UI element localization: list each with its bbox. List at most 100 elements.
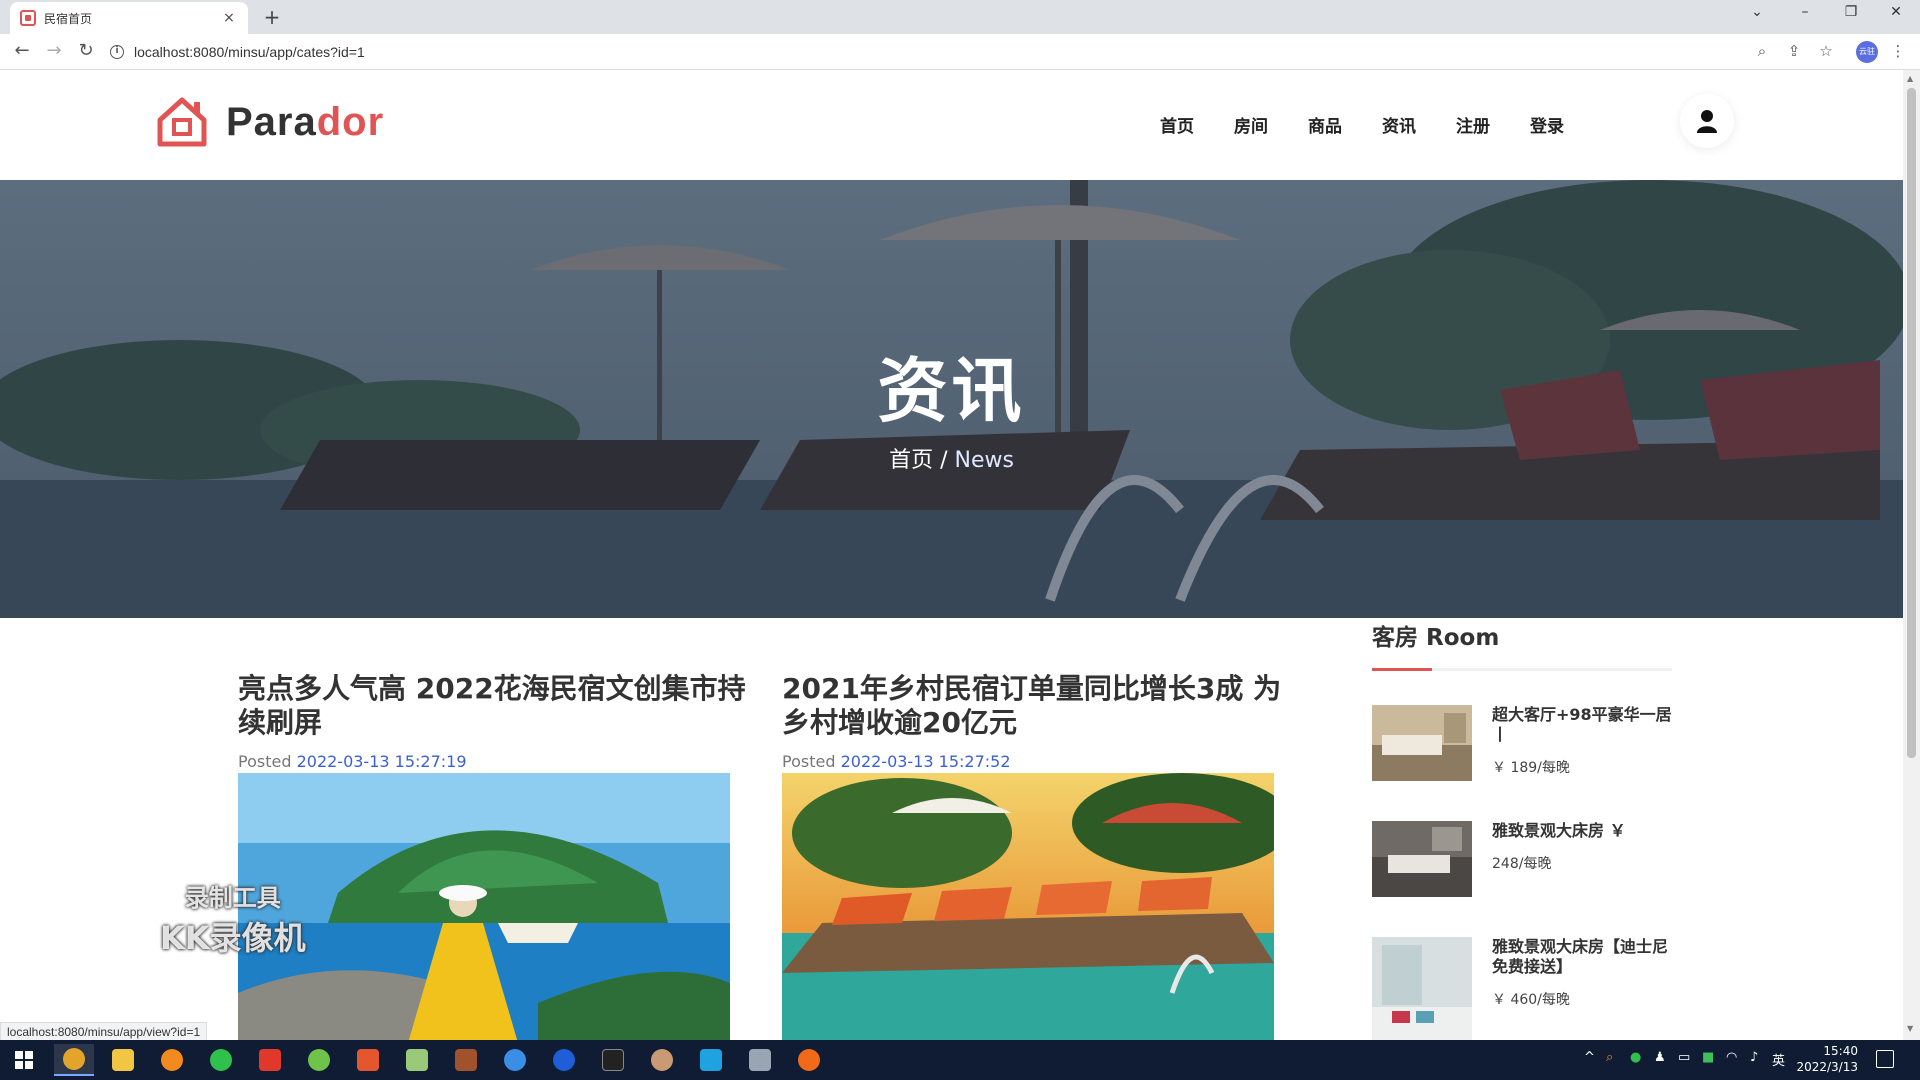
nav-home[interactable]: 首页: [1160, 112, 1194, 137]
breadcrumb-separator: /: [933, 448, 955, 473]
tray-qq-icon[interactable]: ♟: [1654, 1050, 1666, 1065]
app-tiles-icon[interactable]: [691, 1044, 731, 1076]
brand-name: Parador: [226, 99, 385, 144]
room-name-link[interactable]: 雅致景观大床房 ￥: [1492, 821, 1626, 841]
browser-blue-icon[interactable]: [495, 1044, 535, 1076]
room-item[interactable]: 超大客厅+98平豪华一居丨 ￥ 189/每晚: [1372, 705, 1672, 781]
tray-device-icon[interactable]: ▭: [1678, 1050, 1690, 1065]
reload-icon[interactable]: ↻: [74, 40, 98, 61]
bookmark-star-icon[interactable]: ☆: [1816, 42, 1836, 60]
tray-wechat-icon[interactable]: ●: [1630, 1050, 1641, 1065]
wechat-icon[interactable]: [201, 1044, 241, 1076]
new-tab-button[interactable]: +: [260, 5, 284, 29]
room-item[interactable]: 雅致景观大床房 ￥ 248/每晚: [1372, 821, 1672, 897]
nav-goods[interactable]: 商品: [1308, 112, 1342, 137]
room-thumbnail[interactable]: [1372, 705, 1472, 781]
room-price: 248/每晚: [1492, 856, 1552, 872]
user-account-button[interactable]: [1680, 94, 1734, 148]
search-app-icon[interactable]: [152, 1044, 192, 1076]
back-icon[interactable]: ←: [10, 40, 34, 61]
tab-title: 民宿首页: [44, 11, 93, 26]
nav-register[interactable]: 注册: [1456, 112, 1490, 137]
recorder-icon[interactable]: [789, 1044, 829, 1076]
nav-rooms[interactable]: 房间: [1234, 112, 1268, 137]
sidebar-title: 客房 Room: [1372, 625, 1500, 651]
hero-banner: 资讯 首页 / News: [0, 180, 1903, 618]
house-logo-icon: [154, 96, 210, 148]
breadcrumb: 首页 / News: [0, 442, 1903, 474]
browser-tab[interactable]: 民宿首页 ×: [10, 2, 248, 34]
system-clock[interactable]: 15:40 2022/3/13: [1786, 1043, 1858, 1075]
news-post: 亮点多人气高 2022花海民宿文创集市持续刷屏 Posted 2022-03-1…: [238, 672, 758, 1040]
app-avatar-icon[interactable]: [642, 1044, 682, 1076]
site-header: Parador 首页 房间 商品 资讯 注册 登录: [0, 70, 1903, 180]
site-logo[interactable]: Parador: [154, 96, 384, 148]
url-text[interactable]: localhost:8080/minsu/app/cates?id=1: [134, 44, 365, 60]
forward-icon[interactable]: →: [42, 40, 66, 61]
windows-start-icon[interactable]: [4, 1044, 44, 1076]
minimize-icon[interactable]: –: [1793, 4, 1817, 20]
zoom-icon[interactable]: ⌕: [1752, 42, 1772, 60]
page-scrollbar[interactable]: ▲ ▼: [1903, 70, 1920, 1040]
file-explorer-icon[interactable]: [103, 1044, 143, 1076]
island-photo: [238, 773, 730, 1040]
room-price: ￥ 189/每晚: [1492, 760, 1570, 776]
tray-green-icon[interactable]: ■: [1702, 1050, 1714, 1065]
room-thumbnail[interactable]: [1372, 821, 1472, 897]
sidebar-divider: [1372, 668, 1672, 671]
room-name-link[interactable]: 超大客厅+98平豪华一居丨: [1492, 705, 1672, 745]
app-tiger-icon[interactable]: [446, 1044, 486, 1076]
page-title: 资讯: [877, 350, 1026, 432]
scrollbar-thumb[interactable]: [1907, 88, 1916, 758]
profile-avatar[interactable]: 云驻: [1856, 41, 1878, 63]
nav-login[interactable]: 登录: [1530, 112, 1564, 137]
taskbar: ^ ⌕ ● ♟ ▭ ■ ◠ ♪ 英 15:40 2022/3/13: [0, 1040, 1920, 1080]
share-icon[interactable]: ⇪: [1784, 42, 1804, 60]
app-orange-icon[interactable]: [348, 1044, 388, 1076]
app-blue-circle-icon[interactable]: [544, 1044, 584, 1076]
room-sidebar: 客房 Room 超大客厅+98平豪华一居丨 ￥ 189/每晚 雅致景观大床房 ￥…: [1372, 618, 1672, 1040]
terminal-icon[interactable]: [593, 1044, 633, 1076]
notepad-icon[interactable]: [397, 1044, 437, 1076]
room-item[interactable]: 雅致景观大床房【迪士尼免费接送】 ￥ 460/每晚: [1372, 937, 1672, 1040]
chrome-taskbar-icon[interactable]: [54, 1044, 94, 1076]
wps-icon[interactable]: [250, 1044, 290, 1076]
room-name-link[interactable]: 雅致景观大床房【迪士尼免费接送】: [1492, 937, 1672, 977]
browser-toolbar: ← → ↻ i localhost:8080/minsu/app/cates?i…: [0, 34, 1920, 70]
volume-icon[interactable]: ♪: [1750, 1050, 1758, 1065]
network-icon[interactable]: ◠: [1726, 1050, 1737, 1065]
notification-icon[interactable]: [1876, 1050, 1894, 1068]
breadcrumb-home[interactable]: 首页: [889, 448, 933, 473]
site-favicon-icon: [20, 10, 36, 26]
app-gray-icon[interactable]: [740, 1044, 780, 1076]
tray-search-icon[interactable]: ⌕: [1606, 1050, 1613, 1065]
app-green-icon[interactable]: [299, 1044, 339, 1076]
nav-news[interactable]: 资讯: [1382, 112, 1416, 137]
status-bar-url: localhost:8080/minsu/app/view?id=1: [0, 1022, 208, 1042]
scroll-up-icon[interactable]: ▲: [1907, 74, 1913, 83]
post-title-link[interactable]: 亮点多人气高 2022花海民宿文创集市持续刷屏: [238, 672, 758, 740]
site-info-icon[interactable]: i: [110, 45, 124, 59]
menu-kebab-icon[interactable]: ⋮: [1888, 42, 1908, 60]
tray-expand-icon[interactable]: ^: [1584, 1050, 1595, 1065]
recorder-watermark: 录制工具 KK录像机: [160, 884, 306, 957]
breadcrumb-current: News: [954, 448, 1014, 473]
post-image[interactable]: [238, 773, 730, 1040]
close-tab-icon[interactable]: ×: [220, 10, 238, 26]
post-date-link[interactable]: 2022-03-13 15:27:19: [297, 752, 467, 771]
user-icon: [1697, 110, 1717, 133]
room-thumbnail[interactable]: [1372, 937, 1472, 1040]
main-nav: 首页 房间 商品 资讯 注册 登录: [1160, 112, 1604, 137]
post-meta: Posted 2022-03-13 15:27:52: [782, 752, 1011, 771]
tab-search-icon[interactable]: ⌄: [1745, 4, 1769, 20]
ime-indicator[interactable]: 英: [1772, 1050, 1785, 1069]
restore-icon[interactable]: ❐: [1839, 4, 1863, 20]
close-window-icon[interactable]: ✕: [1884, 4, 1908, 20]
room-price: ￥ 460/每晚: [1492, 992, 1570, 1008]
scroll-down-icon[interactable]: ▼: [1907, 1024, 1913, 1033]
post-image[interactable]: [782, 773, 1274, 1040]
post-date-link[interactable]: 2022-03-13 15:27:52: [841, 752, 1011, 771]
post-title-link[interactable]: 2021年乡村民宿订单量同比增长3成 为乡村增收逾20亿元: [782, 672, 1302, 740]
address-bar[interactable]: i localhost:8080/minsu/app/cates?id=1: [110, 37, 1790, 67]
page-viewport: Parador 首页 房间 商品 资讯 注册 登录 资讯 首页 / News 亮…: [0, 70, 1903, 1040]
